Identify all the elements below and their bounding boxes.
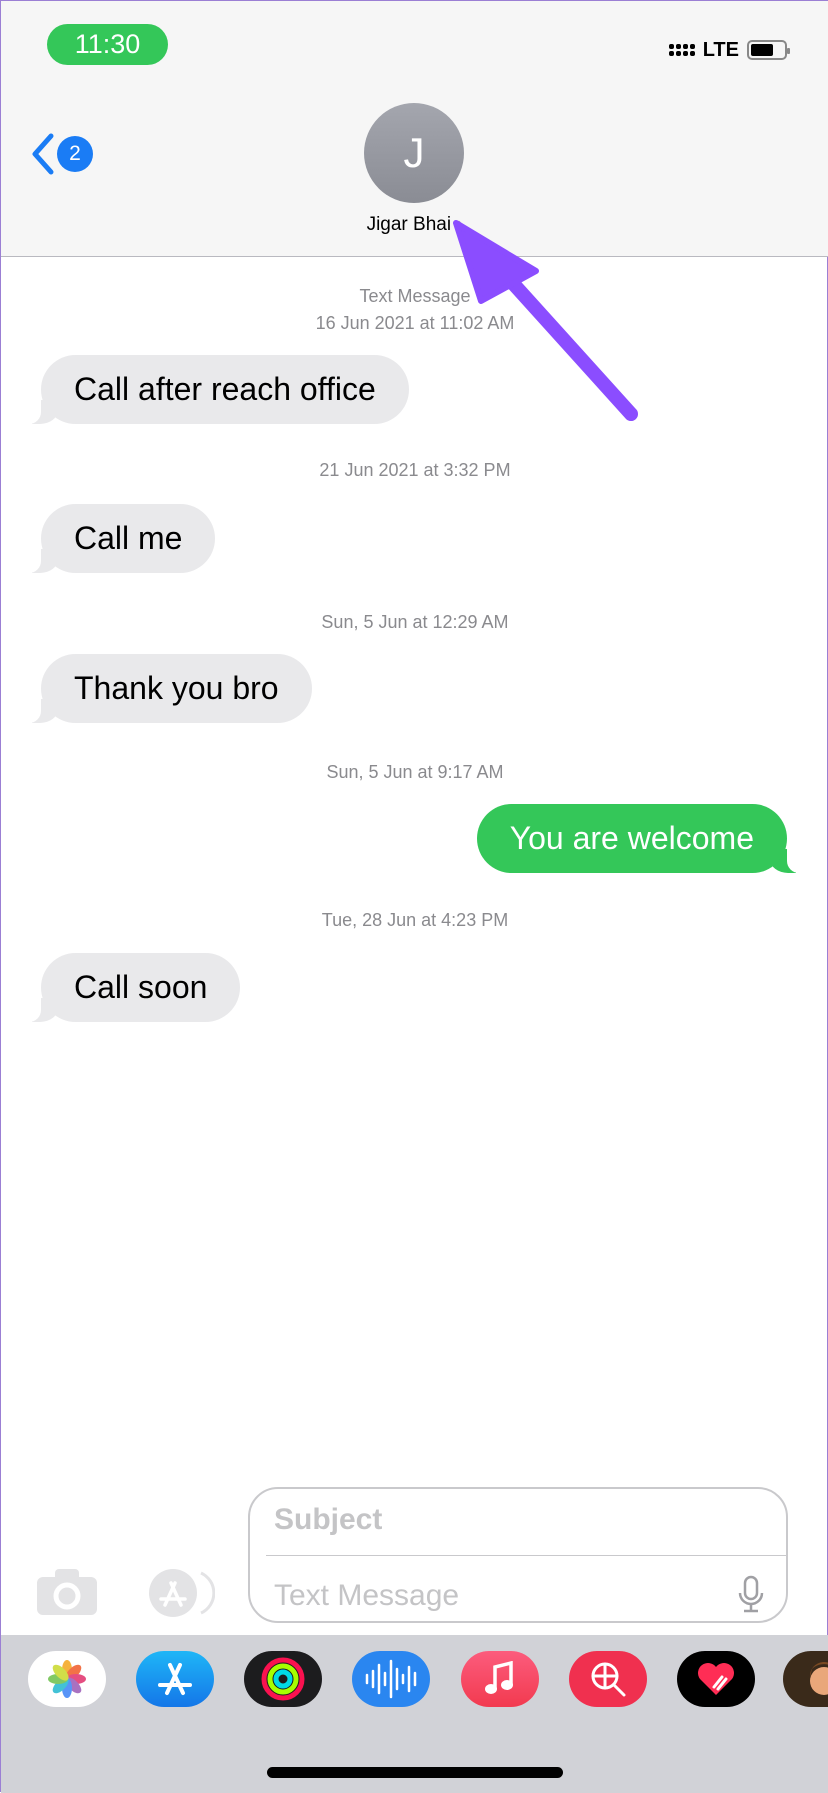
subject-input[interactable]: Subject (274, 1503, 382, 1537)
app-store-icon (149, 1569, 216, 1617)
composer-divider (266, 1555, 786, 1556)
microphone-icon[interactable] (738, 1575, 764, 1613)
timestamp: Sun, 5 Jun at 12:29 AM (321, 612, 509, 632)
message-bubble-incoming[interactable]: Call soon (24, 953, 241, 1022)
web-search-app-icon[interactable] (569, 1651, 647, 1707)
message-bubble-incoming[interactable]: Call me (24, 504, 216, 573)
annotation-arrow-icon (453, 220, 638, 421)
message-input[interactable]: Text Message (274, 1579, 459, 1613)
audio-message-app-icon[interactable] (352, 1651, 430, 1707)
timestamp: Tue, 28 Jun at 4:23 PM (321, 910, 509, 930)
activity-app-icon[interactable] (244, 1651, 322, 1707)
photos-app-icon[interactable] (28, 1651, 106, 1707)
camera-button[interactable] (37, 1569, 97, 1620)
camera-icon (37, 1569, 97, 1615)
digital-touch-app-icon[interactable] (677, 1651, 755, 1707)
message-bubble-incoming[interactable]: Thank you bro (25, 654, 312, 723)
apps-button[interactable] (141, 1569, 216, 1622)
music-app-icon[interactable] (461, 1651, 539, 1707)
message-bubble-outgoing[interactable]: You are welcome (476, 804, 804, 873)
home-indicator[interactable] (267, 1767, 563, 1778)
timestamp: Sun, 5 Jun at 9:17 AM (326, 762, 504, 782)
message-composer[interactable]: Subject Text Message (248, 1487, 788, 1623)
app-store-app-icon[interactable] (136, 1651, 214, 1707)
